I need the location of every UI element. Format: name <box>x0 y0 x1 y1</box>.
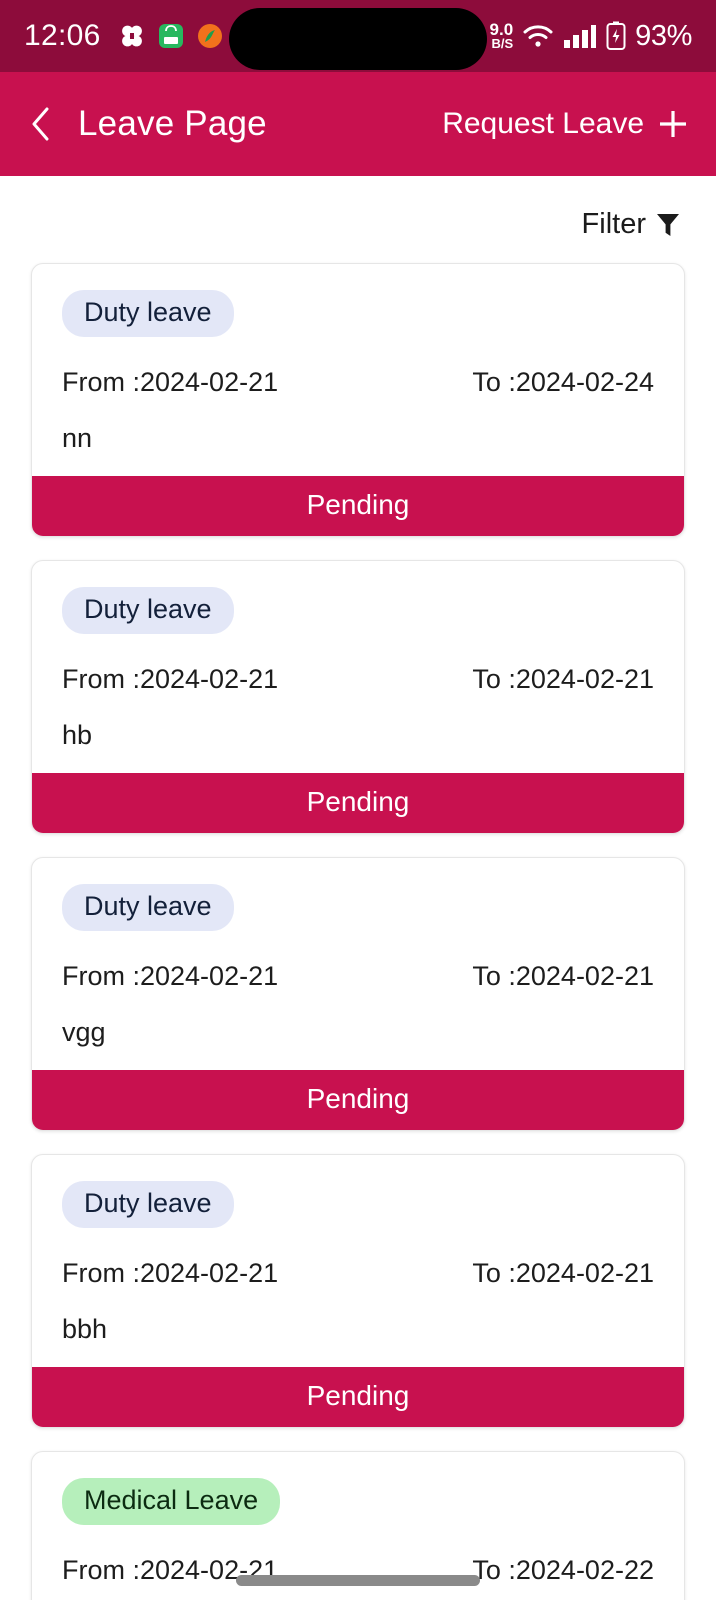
leave-status-badge: Pending <box>32 1367 684 1427</box>
leave-date-range: From :2024-02-21 To :2024-02-21 <box>62 961 654 992</box>
leave-from-date: From :2024-02-21 <box>62 367 279 397</box>
content-area: Filter Duty leave From :2024-02-21 To :2… <box>0 176 716 1600</box>
leave-to-date: To :2024-02-24 <box>472 367 654 397</box>
leave-card[interactable]: Duty leave From :2024-02-21 To :2024-02-… <box>31 560 685 834</box>
leave-card-body: Duty leave From :2024-02-21 To :2024-02-… <box>32 561 684 773</box>
leave-to-date: To :2024-02-21 <box>472 961 654 991</box>
leave-reason: nn <box>62 423 93 453</box>
status-bar-clock: 12:06 <box>24 19 101 52</box>
leave-card[interactable]: Duty leave From :2024-02-21 To :2024-02-… <box>31 263 685 537</box>
leave-reason: hb <box>62 720 93 750</box>
request-leave-label: Request Leave <box>442 107 644 140</box>
home-gesture-indicator[interactable] <box>236 1575 480 1586</box>
filter-label: Filter <box>581 208 646 240</box>
leave-from-date: From :2024-02-21 <box>62 1258 279 1288</box>
leave-status-badge: Pending <box>32 1070 684 1130</box>
filter-funnel-icon <box>657 213 679 236</box>
battery-percent-label: 93% <box>635 19 692 52</box>
leave-type-badge: Medical Leave <box>62 1478 281 1525</box>
status-bar-indicators: 9.0 B/S 93% <box>490 19 693 53</box>
page-title: Leave Page <box>78 104 267 143</box>
leave-date-range: From :2024-02-21 To :2024-02-24 <box>62 367 654 398</box>
plus-icon <box>660 111 686 137</box>
leave-type-badge: Duty leave <box>62 1181 234 1228</box>
shopping-app-icon <box>158 24 183 48</box>
leave-card-body: Duty leave From :2024-02-21 To :2024-02-… <box>32 1155 684 1367</box>
clover-app-icon <box>121 25 142 47</box>
wifi-icon <box>523 25 553 47</box>
leave-reason: vgg <box>62 1017 106 1047</box>
leave-type-badge: Duty leave <box>62 290 234 337</box>
leave-status-badge: Pending <box>32 773 684 833</box>
filter-button[interactable]: Filter <box>0 176 716 241</box>
network-speed-indicator: 9.0 B/S <box>490 21 514 51</box>
leave-date-range: From :2024-02-21 To :2024-02-21 <box>62 664 654 695</box>
battery-charging-icon <box>606 21 626 50</box>
camera-punch-hole <box>229 8 487 70</box>
leave-date-range: From :2024-02-21 To :2024-02-21 <box>62 1258 654 1289</box>
network-speed-unit: B/S <box>491 35 514 51</box>
leave-type-badge: Duty leave <box>62 884 234 931</box>
leave-to-date: To :2024-02-22 <box>472 1555 654 1585</box>
leave-status-badge: Pending <box>32 476 684 536</box>
cellular-signal-icon <box>564 25 597 48</box>
leave-to-date: To :2024-02-21 <box>472 1258 654 1288</box>
leave-reason: bbh <box>62 1314 108 1344</box>
leave-card[interactable]: Duty leave From :2024-02-21 To :2024-02-… <box>31 1154 685 1428</box>
leave-card[interactable]: Duty leave From :2024-02-21 To :2024-02-… <box>31 857 685 1131</box>
phone-screen: 12:06 9.0 B/S 93% Leave Page Request Lea… <box>0 0 716 1600</box>
leave-card-body: Duty leave From :2024-02-21 To :2024-02-… <box>32 858 684 1070</box>
request-leave-button[interactable]: Request Leave <box>442 107 690 141</box>
app-bar: Leave Page Request Leave <box>0 72 716 176</box>
orange-app-icon <box>197 24 222 48</box>
status-bar: 12:06 9.0 B/S 93% <box>0 0 716 72</box>
leave-card-body: Duty leave From :2024-02-21 To :2024-02-… <box>32 264 684 476</box>
back-chevron-icon[interactable] <box>30 106 52 142</box>
leave-from-date: From :2024-02-21 <box>62 961 279 991</box>
leave-request-list: Duty leave From :2024-02-21 To :2024-02-… <box>0 241 716 1600</box>
leave-type-badge: Duty leave <box>62 587 234 634</box>
leave-to-date: To :2024-02-21 <box>472 664 654 694</box>
leave-from-date: From :2024-02-21 <box>62 664 279 694</box>
